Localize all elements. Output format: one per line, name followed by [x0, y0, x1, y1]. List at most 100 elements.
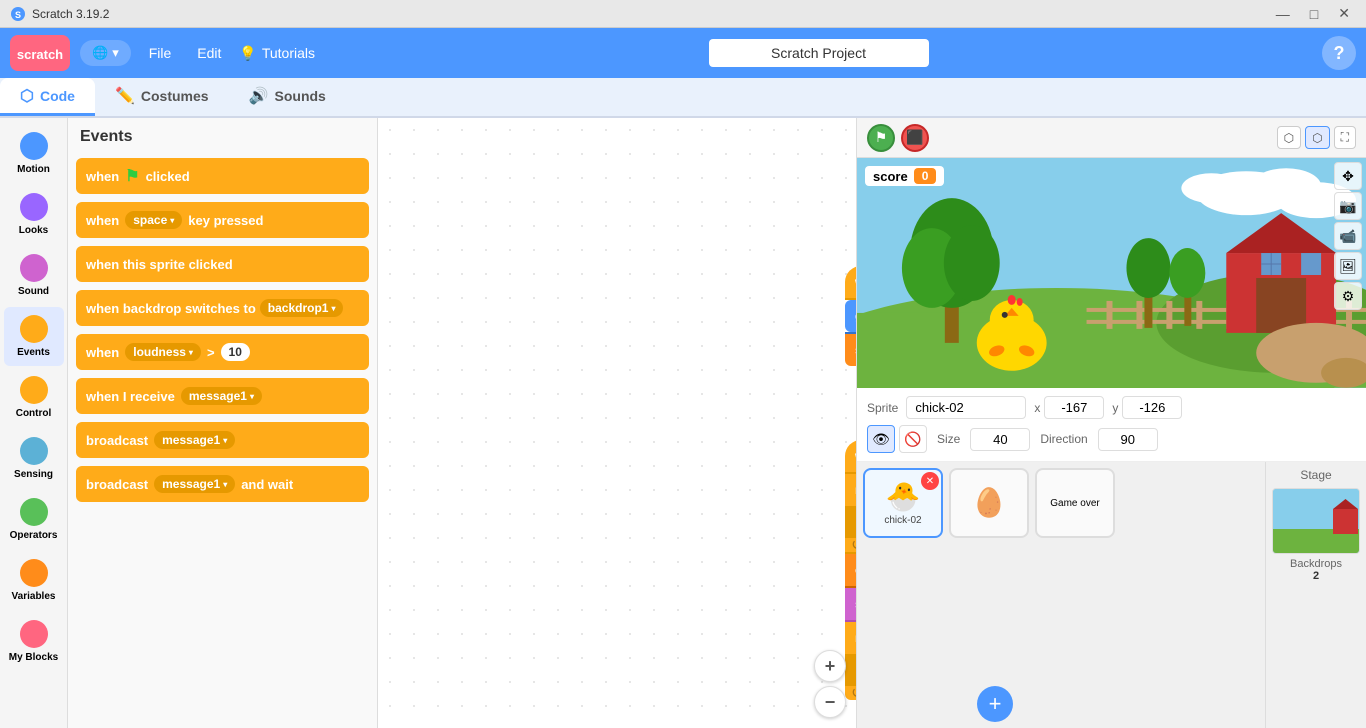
- y-label: y: [1112, 401, 1118, 415]
- stop-button[interactable]: ⬛: [901, 124, 929, 152]
- zoom-in-button[interactable]: +: [814, 650, 846, 682]
- category-sound[interactable]: Sound: [4, 246, 64, 305]
- canvas-when-flag[interactable]: when ⚑ clicked: [845, 266, 856, 298]
- chick-thumbnail: 🐣: [886, 480, 921, 513]
- score-label: score: [873, 169, 908, 184]
- menubar: scratch 🌐 ▾ File Edit 💡 Tutorials ?: [0, 28, 1366, 78]
- block-when-backdrop[interactable]: when backdrop switches to backdrop1 ▾: [76, 290, 369, 326]
- category-control[interactable]: Control: [4, 368, 64, 427]
- tab-code[interactable]: ⬡ Code: [0, 78, 95, 116]
- stage-thumbnail[interactable]: [1272, 488, 1360, 554]
- score-value: 0: [914, 168, 937, 184]
- category-looks[interactable]: Looks: [4, 185, 64, 244]
- block-when-key[interactable]: when space ▾ key pressed: [76, 202, 369, 238]
- playback-controls: ⚑ ⬛: [867, 124, 929, 152]
- canvas-change-score[interactable]: change score ▾ by 1: [845, 554, 856, 586]
- repeat-1-bottom: ↺: [845, 538, 856, 552]
- repeat-1-left: [845, 506, 856, 538]
- block-when-loudness[interactable]: when loudness ▾ > 10: [76, 334, 369, 370]
- sensor-dropdown[interactable]: loudness ▾: [125, 343, 201, 361]
- stage-size-controls: ⬡ ⬡ ⛶: [1277, 126, 1356, 149]
- repeat-1-body: change y by 10: [845, 506, 856, 538]
- category-events[interactable]: Events: [4, 307, 64, 366]
- myblocks-circle: [20, 620, 48, 648]
- loudness-value[interactable]: 10: [221, 343, 250, 361]
- add-sprite-button[interactable]: +: [977, 686, 1013, 722]
- minimize-button[interactable]: —: [1270, 3, 1296, 24]
- expand-icon[interactable]: ✥: [1334, 162, 1362, 190]
- project-name-input[interactable]: [709, 39, 929, 67]
- block-when-receive[interactable]: when I receive message1 ▾: [76, 378, 369, 414]
- language-button[interactable]: 🌐 ▾: [80, 40, 131, 66]
- canvas-repeat-1[interactable]: repeat 10: [845, 474, 856, 506]
- category-sensing[interactable]: Sensing: [4, 429, 64, 488]
- backdrop-dropdown[interactable]: backdrop1 ▾: [260, 299, 344, 317]
- sprite-stage-area: ✕ 🐣 chick-02 🥚 Game over +: [857, 462, 1366, 728]
- message-dropdown-1[interactable]: message1 ▾: [181, 387, 262, 405]
- stage-panel-section: Stage Backdrops 2: [1266, 462, 1366, 728]
- flag-icon-1: ⚑: [125, 166, 139, 186]
- sprite-thumb-gameover[interactable]: Game over: [1035, 468, 1115, 538]
- edit-menu[interactable]: Edit: [189, 40, 229, 66]
- tab-costumes[interactable]: ✏️ Costumes: [95, 78, 229, 116]
- gameover-thumbnail: Game over: [1046, 494, 1103, 513]
- zoom-out-button[interactable]: −: [814, 686, 846, 718]
- x-coord-group: x: [1034, 396, 1104, 419]
- y-input[interactable]: [1122, 396, 1182, 419]
- large-stage-button[interactable]: ⛶: [1334, 126, 1356, 149]
- size-input[interactable]: [970, 428, 1030, 451]
- category-variables[interactable]: Variables: [4, 551, 64, 610]
- hide-button[interactable]: 🚫: [899, 425, 927, 453]
- camera-icon[interactable]: 📷: [1334, 192, 1362, 220]
- sprite-prop-row: 👁 🚫 Size Direction: [867, 425, 1356, 453]
- canvas-start-sound[interactable]: start sound Chirp ▾: [845, 588, 856, 620]
- medium-stage-button[interactable]: ⬡: [1305, 126, 1329, 149]
- looks-circle: [20, 193, 48, 221]
- backdrops-label: Backdrops: [1290, 558, 1342, 570]
- key-dropdown[interactable]: space ▾: [125, 211, 182, 229]
- category-motion[interactable]: Motion: [4, 124, 64, 183]
- scripting-area[interactable]: when ⚑ clicked go to x: -167 y: -126 set…: [378, 118, 856, 728]
- visibility-controls: 👁 🚫: [867, 425, 927, 453]
- image-icon[interactable]: 🖼: [1334, 252, 1362, 280]
- broadcast-dropdown-1[interactable]: message1 ▾: [154, 431, 235, 449]
- scratch-logo: scratch: [10, 35, 70, 71]
- canvas-goto[interactable]: go to x: -167 y: -126: [845, 300, 856, 332]
- block-broadcast-wait[interactable]: broadcast message1 ▾ and wait: [76, 466, 369, 502]
- block-when-flag[interactable]: when ⚑ clicked: [76, 158, 369, 194]
- close-button[interactable]: ✕: [1332, 3, 1356, 24]
- small-stage-button[interactable]: ⬡: [1277, 126, 1301, 149]
- tab-sounds[interactable]: 🔊 Sounds: [229, 78, 346, 116]
- stage-canvas: score 0 ✥ 📷 📹 🖼 ⚙: [857, 158, 1366, 388]
- right-panel: ⚑ ⬛ ⬡ ⬡ ⛶: [856, 118, 1366, 728]
- brush-icon: ✏️: [115, 86, 135, 106]
- canvas-set-score[interactable]: set score ▾ to 0: [845, 334, 856, 366]
- settings-icon[interactable]: ⚙: [1334, 282, 1362, 310]
- block-broadcast[interactable]: broadcast message1 ▾: [76, 422, 369, 458]
- maximize-button[interactable]: □: [1304, 3, 1324, 24]
- show-button[interactable]: 👁: [867, 425, 895, 453]
- canvas-when-space[interactable]: when space ▾ key pressed: [845, 440, 856, 472]
- sprite-name-input[interactable]: [906, 396, 1026, 419]
- sprite-thumb-chick[interactable]: ✕ 🐣 chick-02: [863, 468, 943, 538]
- category-myblocks[interactable]: My Blocks: [4, 612, 64, 671]
- x-input[interactable]: [1044, 396, 1104, 419]
- direction-input[interactable]: [1098, 428, 1158, 451]
- canvas-repeat-2[interactable]: repeat 10: [845, 622, 856, 654]
- tutorials-button[interactable]: 💡 Tutorials: [239, 45, 315, 62]
- file-menu[interactable]: File: [141, 40, 180, 66]
- scratch-logo-svg: scratch: [15, 37, 65, 69]
- block-when-sprite-clicked[interactable]: when this sprite clicked: [76, 246, 369, 282]
- titlebar: S Scratch 3.19.2 — □ ✕: [0, 0, 1366, 28]
- broadcast-dropdown-2[interactable]: message1 ▾: [154, 475, 235, 493]
- video-icon[interactable]: 📹: [1334, 222, 1362, 250]
- scripts-canvas[interactable]: when ⚑ clicked go to x: -167 y: -126 set…: [378, 118, 856, 728]
- size-label: Size: [937, 432, 960, 446]
- sprite-thumb-egg[interactable]: 🥚: [949, 468, 1029, 538]
- sprite-delete-chick[interactable]: ✕: [921, 472, 939, 490]
- stop-icon: ⬛: [906, 129, 923, 146]
- script-group-2: when space ▾ key pressed repeat 10 chang…: [845, 440, 856, 700]
- help-button[interactable]: ?: [1322, 36, 1356, 70]
- green-flag-button[interactable]: ⚑: [867, 124, 895, 152]
- category-operators[interactable]: Operators: [4, 490, 64, 549]
